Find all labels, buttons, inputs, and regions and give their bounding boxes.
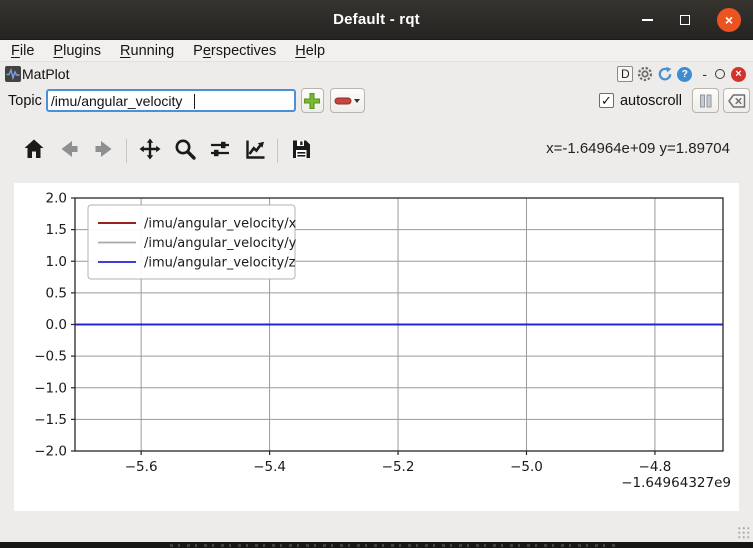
svg-text:−0.5: −0.5 bbox=[34, 349, 67, 365]
remove-topic-button[interactable] bbox=[330, 88, 365, 113]
pause-icon bbox=[699, 94, 713, 108]
topic-row: Topic ✓ autoscroll bbox=[0, 86, 753, 115]
minimize-icon[interactable] bbox=[642, 19, 653, 21]
autoscroll-cluster: ✓ autoscroll bbox=[599, 88, 750, 113]
background-terminal-strip bbox=[0, 542, 753, 548]
clear-button[interactable] bbox=[723, 88, 750, 113]
topic-input-wrap bbox=[46, 89, 296, 112]
svg-text:1.5: 1.5 bbox=[46, 222, 67, 238]
dock-d-button[interactable]: D bbox=[617, 66, 633, 82]
legend: /imu/angular_velocity/x/imu/angular_velo… bbox=[88, 205, 297, 279]
forward-button[interactable] bbox=[90, 137, 117, 165]
save-button[interactable] bbox=[287, 137, 314, 165]
svg-text:2.0: 2.0 bbox=[46, 191, 67, 207]
toolbar-separator bbox=[126, 139, 127, 163]
window-controls: × bbox=[642, 0, 741, 40]
svg-text:−2.0: −2.0 bbox=[34, 444, 67, 460]
plus-icon bbox=[303, 92, 321, 110]
svg-text:0.0: 0.0 bbox=[46, 317, 67, 333]
pause-button[interactable] bbox=[692, 88, 719, 113]
close-icon[interactable]: × bbox=[717, 8, 741, 32]
svg-text:−5.0: −5.0 bbox=[510, 459, 543, 475]
reload-icon[interactable] bbox=[657, 66, 673, 82]
subplots-icon bbox=[208, 137, 232, 166]
menu-item-perspectives[interactable]: Perspectives bbox=[193, 43, 276, 59]
home-button[interactable] bbox=[20, 137, 47, 165]
svg-text:−5.4: −5.4 bbox=[253, 459, 286, 475]
svg-text:−1.64964327e9: −1.64964327e9 bbox=[621, 475, 731, 491]
home-icon bbox=[22, 137, 46, 166]
forward-icon bbox=[92, 137, 116, 166]
save-icon bbox=[289, 137, 313, 166]
settings-gear-icon[interactable] bbox=[637, 66, 653, 82]
svg-text:/imu/angular_velocity/z: /imu/angular_velocity/z bbox=[144, 256, 296, 271]
toolbar-separator bbox=[277, 139, 278, 163]
svg-text:−5.2: −5.2 bbox=[382, 459, 415, 475]
svg-text:1.0: 1.0 bbox=[46, 254, 67, 270]
mpl-toolbar bbox=[20, 137, 314, 165]
zoom-icon bbox=[173, 137, 197, 166]
angular-velocity-plot[interactable]: −5.6 −5.4 −5.2 −5.0 −4.8 2.0 1.5 1.0 0.5 0.0 −0.5 −… bbox=[14, 183, 739, 511]
pan-icon bbox=[138, 137, 162, 166]
menu-item-running[interactable]: Running bbox=[120, 43, 174, 59]
subplots-button[interactable] bbox=[206, 137, 233, 165]
dock-controls: D ? - × bbox=[617, 66, 746, 82]
svg-text:−1.0: −1.0 bbox=[34, 380, 67, 396]
help-icon[interactable]: ? bbox=[677, 67, 692, 82]
svg-text:−4.8: −4.8 bbox=[639, 459, 672, 475]
plugin-titlebar: MatPlot D ? - × bbox=[0, 62, 753, 86]
menu-item-file[interactable]: File bbox=[11, 43, 34, 59]
rqt-window: Default - rqt × File Plugins Running Perspe… bbox=[0, 0, 753, 548]
pan-button[interactable] bbox=[136, 137, 163, 165]
svg-text:/imu/angular_velocity/y: /imu/angular_velocity/y bbox=[144, 236, 297, 251]
autoscroll-checkbox[interactable]: ✓ bbox=[599, 93, 614, 108]
add-topic-button[interactable] bbox=[301, 88, 324, 113]
backspace-clear-icon bbox=[728, 94, 746, 108]
collapse-minus-button[interactable]: - bbox=[702, 69, 707, 79]
float-circle-button[interactable] bbox=[715, 69, 725, 79]
svg-text:0.5: 0.5 bbox=[46, 285, 67, 301]
matplot-plugin-icon bbox=[5, 66, 21, 82]
menubar: File Plugins Running Perspectives Help bbox=[0, 40, 753, 62]
chevron-down-icon bbox=[354, 99, 360, 103]
resize-grip[interactable] bbox=[737, 526, 750, 539]
axes-edit-button[interactable] bbox=[241, 137, 268, 165]
topic-label: Topic bbox=[8, 93, 42, 109]
mpl-toolbar-row: x=-1.64964e+09 y=1.89704 bbox=[0, 115, 753, 183]
window-title: Default - rqt bbox=[333, 11, 420, 28]
back-button[interactable] bbox=[55, 137, 82, 165]
svg-text:/imu/angular_velocity/x: /imu/angular_velocity/x bbox=[144, 217, 297, 232]
close-plugin-button[interactable]: × bbox=[731, 67, 746, 82]
svg-text:−1.5: −1.5 bbox=[34, 412, 67, 428]
autoscroll-label: autoscroll bbox=[620, 93, 682, 109]
plot-canvas[interactable]: −5.6 −5.4 −5.2 −5.0 −4.8 2.0 1.5 1.0 0.5 0.0 −0.5 −… bbox=[14, 183, 739, 511]
axes-edit-icon bbox=[243, 137, 267, 166]
titlebar: Default - rqt × bbox=[0, 0, 753, 40]
topic-input[interactable] bbox=[48, 91, 294, 110]
cursor-coordinates: x=-1.64964e+09 y=1.89704 bbox=[546, 140, 730, 157]
back-icon bbox=[57, 137, 81, 166]
plugin-title: MatPlot bbox=[22, 66, 69, 82]
zoom-button[interactable] bbox=[171, 137, 198, 165]
menu-item-help[interactable]: Help bbox=[295, 43, 325, 59]
maximize-icon[interactable] bbox=[680, 15, 690, 25]
minus-icon bbox=[334, 97, 352, 105]
menu-item-plugins[interactable]: Plugins bbox=[53, 43, 101, 59]
svg-text:−5.6: −5.6 bbox=[125, 459, 158, 475]
text-caret bbox=[194, 94, 196, 109]
